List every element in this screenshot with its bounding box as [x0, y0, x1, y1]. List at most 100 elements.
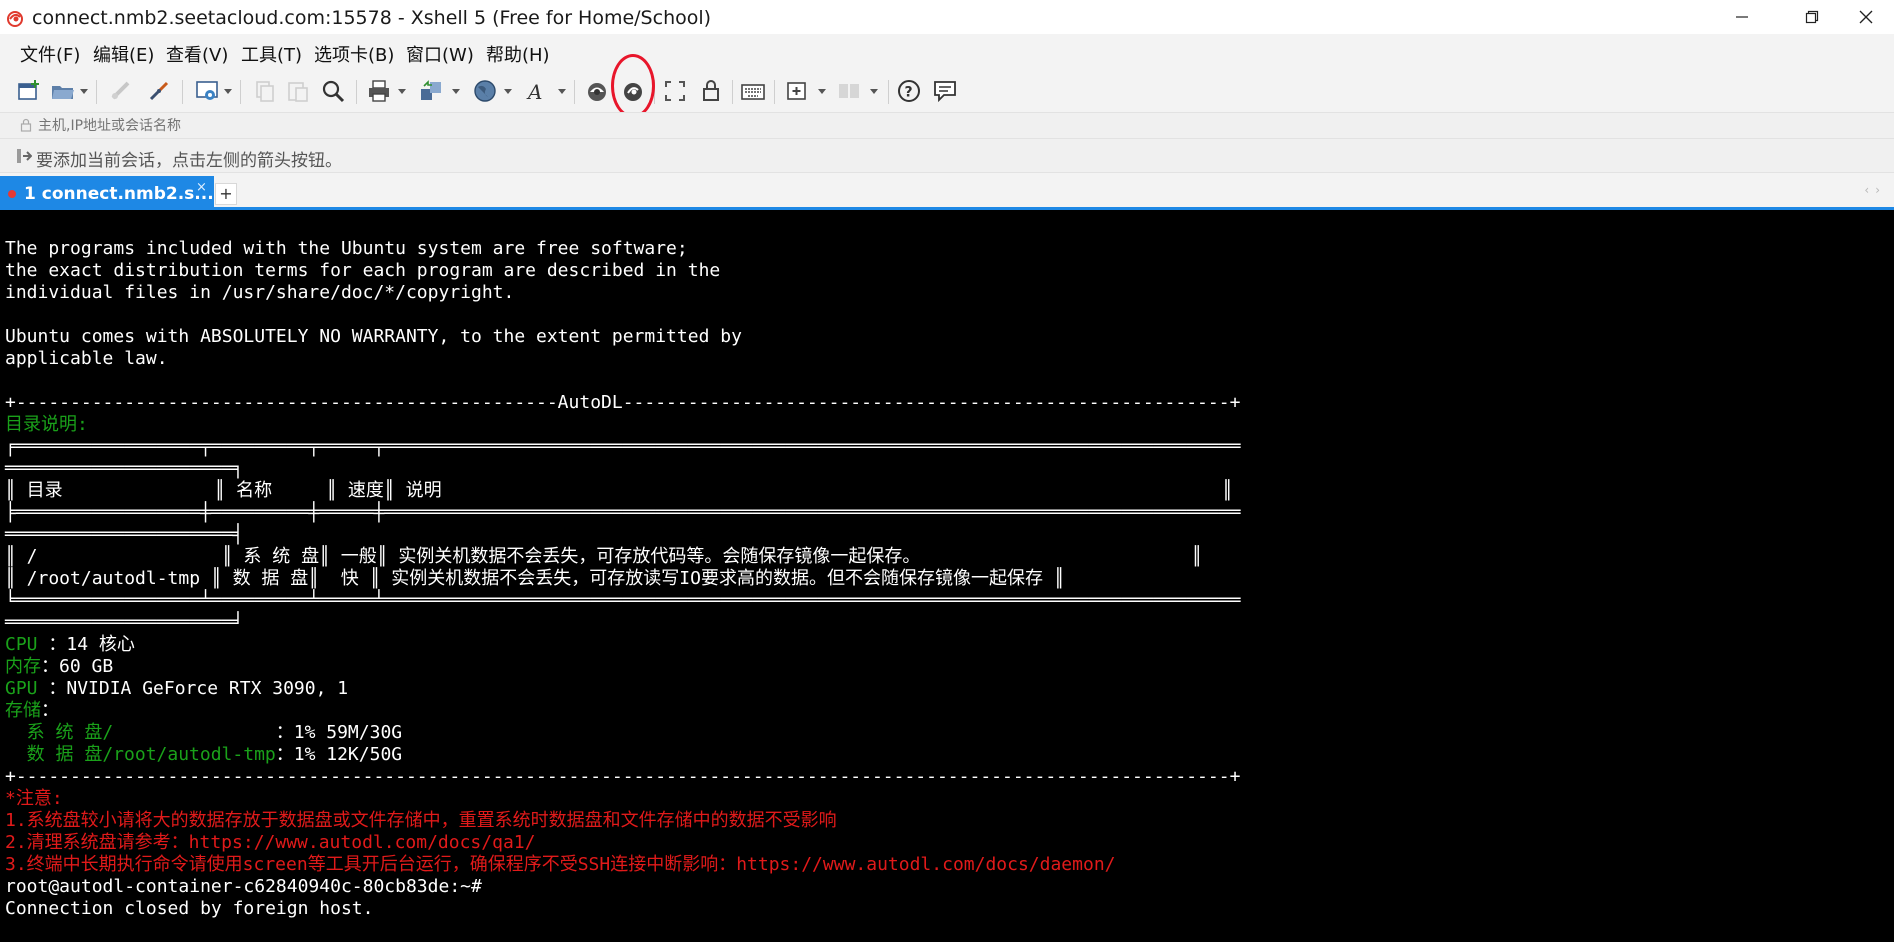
minimize-button[interactable]: [1714, 0, 1770, 34]
close-icon: [1859, 10, 1873, 24]
disconnect-icon[interactable]: [146, 78, 172, 104]
toolbar-separator: [732, 80, 733, 104]
font-icon[interactable]: A: [524, 78, 550, 104]
font-dropdown-icon[interactable]: [558, 89, 566, 94]
terminal-text-segment: ：60 GB: [41, 656, 114, 677]
menu-file[interactable]: 文件(F): [20, 41, 80, 67]
terminal-text-segment: ╒═════════════════╤═════════╤═════╤═════…: [5, 436, 1241, 457]
terminal-text-segment: individual files in /usr/share/doc/*/cop…: [5, 282, 515, 303]
terminal-line: The programs included with the Ubuntu sy…: [5, 238, 1240, 260]
terminal-text-segment: 2.清理系统盘请参考：https://www.autodl.com/docs/q…: [5, 832, 536, 853]
new-tab-icon[interactable]: [784, 78, 810, 104]
terminal-line: ╒═════════════════╤═════════╤═════╤═════…: [5, 436, 1240, 458]
terminal-output: The programs included with the Ubuntu sy…: [5, 238, 1240, 920]
reconnect-icon[interactable]: [108, 78, 134, 104]
terminal-line: individual files in /usr/share/doc/*/cop…: [5, 282, 1240, 304]
close-window-button[interactable]: [1838, 0, 1894, 34]
terminal-line: 1.系统盘较小请将大的数据存放于数据盘或文件存储中，重置系统时数据盘和文件存储中…: [5, 810, 1240, 832]
transfer-dropdown-icon[interactable]: [452, 89, 460, 94]
annotation-circle: [611, 54, 655, 118]
terminal-line: ═════════════════════╛: [5, 612, 1240, 634]
terminal-line: 存储：: [5, 700, 1240, 722]
add-link-arrow-icon[interactable]: [16, 148, 33, 168]
toolbar-separator: [356, 80, 357, 104]
menu-window[interactable]: 窗口(W): [406, 41, 474, 67]
keyboard-icon[interactable]: [740, 78, 766, 104]
tab-bar: 1 connect.nmb2.s... × + ‹›: [0, 172, 1894, 211]
print-dropdown-icon[interactable]: [398, 89, 406, 94]
terminal-line: 数 据 盘/root/autodl-tmp：1% 12K/50G: [5, 744, 1240, 766]
terminal-line: GPU ：NVIDIA GeForce RTX 3090, 1: [5, 678, 1240, 700]
lock-icon[interactable]: [698, 78, 724, 104]
terminal-line: 2.清理系统盘请参考：https://www.autodl.com/docs/q…: [5, 832, 1240, 854]
terminal-text-segment: 内存: [5, 656, 41, 677]
restore-button[interactable]: [1784, 0, 1840, 34]
menu-view[interactable]: 查看(V): [166, 41, 228, 67]
connection-status-dot: [8, 190, 16, 198]
address-bar: [0, 112, 1894, 139]
terminal-line: 3.终端中长期执行命令请使用screen等工具开后台运行，确保程序不受SSH连接…: [5, 854, 1240, 876]
svg-text:A: A: [526, 80, 542, 104]
open-dropdown-icon[interactable]: [80, 89, 88, 94]
tab-session-1[interactable]: 1 connect.nmb2.s... ×: [0, 176, 214, 211]
menu-bar: 文件(F) 编辑(E) 查看(V) 工具(T) 选项卡(B) 窗口(W) 帮助(…: [0, 34, 1894, 70]
toolbar-separator: [774, 80, 775, 104]
new-session-icon[interactable]: [16, 78, 42, 104]
address-input[interactable]: [38, 116, 938, 136]
terminal-line: ║ 目录 ║ 名称 ║ 速度║ 说明 ║: [5, 480, 1240, 502]
terminal-text-segment: 目录说明:: [5, 414, 88, 435]
terminal-text-segment: ═════════════════════╡: [5, 524, 244, 545]
open-folder-icon[interactable]: [50, 78, 76, 104]
svg-text:?: ?: [905, 85, 913, 101]
xftp-icon[interactable]: [584, 78, 610, 104]
terminal-text-segment: GPU: [5, 678, 38, 699]
find-icon[interactable]: [320, 78, 346, 104]
print-icon[interactable]: [366, 78, 392, 104]
terminal-text-segment: Connection closed by foreign host.: [5, 898, 374, 919]
menu-edit[interactable]: 编辑(E): [93, 41, 154, 67]
terminal-line: applicable law.: [5, 348, 1240, 370]
paste-icon[interactable]: [285, 78, 311, 104]
fullscreen-icon[interactable]: [662, 78, 688, 104]
terminal-line: +---------------------------------------…: [5, 392, 1240, 414]
terminal-text-segment: ║ /root/autodl-tmp ║ 数 据 盘║ 快 ║ 实例关机数据不会…: [5, 568, 1065, 589]
tab-scroll-arrows-icon[interactable]: ‹›: [1864, 183, 1886, 197]
terminal-text-segment: 系 统 盘/: [5, 722, 276, 743]
properties-dropdown-icon[interactable]: [224, 89, 232, 94]
terminal-line: root@autodl-container-c62840940c-80cb83d…: [5, 876, 1240, 898]
layout-icon[interactable]: [836, 78, 862, 104]
terminal-area[interactable]: The programs included with the Ubuntu sy…: [0, 210, 1894, 942]
terminal-line: 目录说明:: [5, 414, 1240, 436]
terminal-text-segment: ═════════════════════╕: [5, 458, 244, 479]
terminal-text-segment: ═════════════════════╛: [5, 612, 244, 633]
terminal-text-segment: +---------------------------------------…: [5, 766, 1241, 787]
globe-dropdown-icon[interactable]: [504, 89, 512, 94]
add-tab-button[interactable]: +: [215, 183, 237, 205]
xshell-logo-icon: [6, 9, 24, 27]
title-bar: connect.nmb2.seetacloud.com:15578 - Xshe…: [0, 0, 1894, 34]
terminal-text-segment: ║ / ║ 系 统 盘║ 一般║ 实例关机数据不会丢失，可存放代码等。会随保存镜…: [5, 546, 1203, 567]
new-tab-dropdown-icon[interactable]: [818, 89, 826, 94]
transfer-icon[interactable]: [418, 78, 444, 104]
terminal-line: ║ /root/autodl-tmp ║ 数 据 盘║ 快 ║ 实例关机数据不会…: [5, 568, 1240, 590]
help-icon[interactable]: ?: [896, 78, 922, 104]
globe-icon[interactable]: [472, 78, 498, 104]
chat-icon[interactable]: [932, 78, 958, 104]
links-hint-text: 要添加当前会话，点击左侧的箭头按钮。: [36, 151, 342, 171]
menu-tools[interactable]: 工具(T): [241, 41, 302, 67]
menu-tabs[interactable]: 选项卡(B): [314, 41, 394, 67]
terminal-line: Connection closed by foreign host.: [5, 898, 1240, 920]
terminal-text-segment: ：14 核心: [37, 634, 135, 655]
terminal-line: ╞═════════════════╪═════════╪═════╪═════…: [5, 502, 1240, 524]
terminal-line: ═════════════════════╕: [5, 458, 1240, 480]
terminal-text-segment: The programs included with the Ubuntu sy…: [5, 238, 688, 259]
properties-icon[interactable]: [194, 78, 220, 104]
tab-label: 1 connect.nmb2.s...: [24, 184, 214, 204]
toolbar-separator: [574, 80, 575, 104]
tab-close-icon[interactable]: ×: [196, 180, 207, 195]
copy-icon[interactable]: [252, 78, 278, 104]
menu-help[interactable]: 帮助(H): [486, 41, 550, 67]
layout-dropdown-icon[interactable]: [870, 89, 878, 94]
toolbar-separator: [888, 80, 889, 104]
